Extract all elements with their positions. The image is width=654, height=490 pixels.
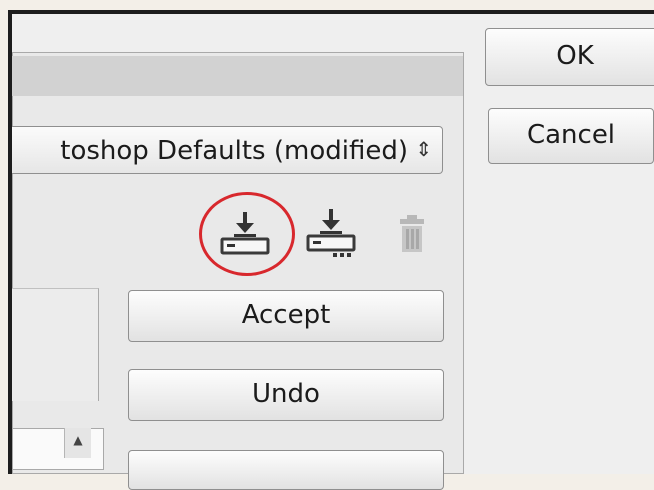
ok-button[interactable]: OK [485, 28, 654, 86]
panel-header [12, 56, 463, 96]
trash-icon[interactable] [397, 212, 427, 254]
scroll-up-arrow-icon[interactable]: ▲ [64, 428, 91, 458]
list-box [12, 288, 99, 401]
preset-select[interactable]: toshop Defaults (modified) ⇕ [12, 126, 443, 174]
up-down-arrows-icon: ⇕ [415, 137, 432, 161]
accept-button[interactable]: Accept [128, 290, 444, 342]
save-preset-icon[interactable] [219, 208, 271, 260]
undo-button[interactable]: Undo [128, 369, 444, 421]
partial-button[interactable] [128, 450, 444, 490]
save-preset-as-icon[interactable] [303, 205, 359, 261]
cancel-button[interactable]: Cancel [488, 108, 654, 164]
preset-select-value: toshop Defaults (modified) [60, 136, 408, 166]
